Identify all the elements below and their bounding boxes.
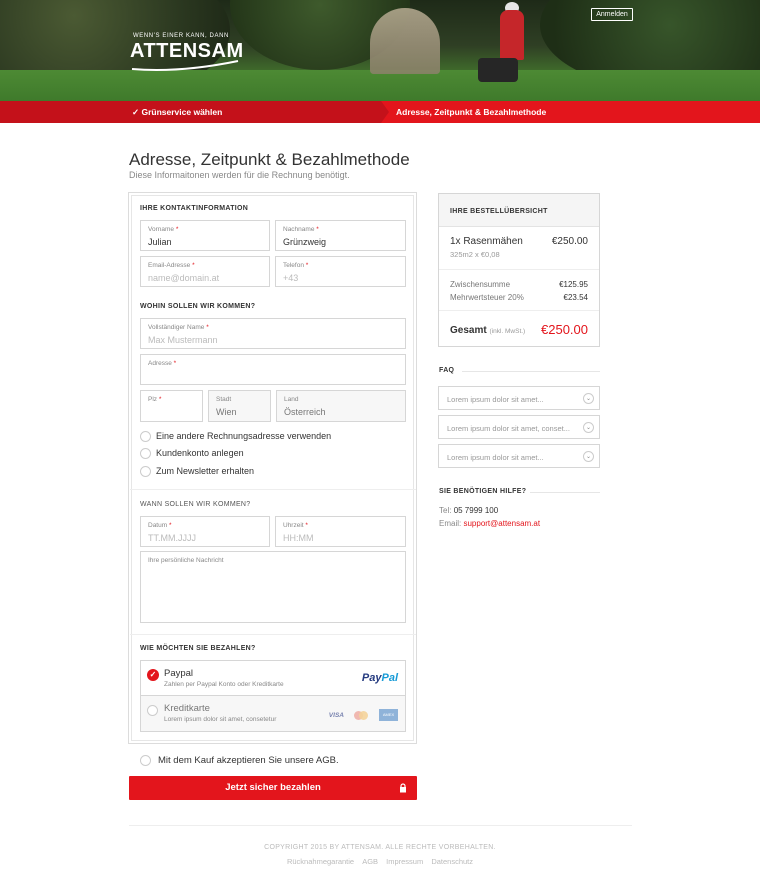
phone-placeholder: +43	[283, 273, 299, 283]
checkout-steps: ✓ Grünservice wählen Adresse, Zeitpunkt …	[0, 101, 760, 123]
summary-item: 1x Rasenmähen	[450, 236, 523, 247]
check-icon: ✓	[147, 669, 159, 681]
mastercard-icon	[354, 710, 369, 720]
summary-title: IHRE BESTELLÜBERSICHT	[450, 208, 548, 215]
zip-field[interactable]: Plz *	[140, 390, 203, 422]
logo-tagline: WENN'S EINER KANN, DANN	[133, 33, 229, 39]
order-summary: IHRE BESTELLÜBERSICHT 1x Rasenmähen €250…	[438, 193, 600, 347]
divider	[130, 489, 416, 490]
agb-label: Mit dem Kauf akzeptieren Sie unsere AGB.	[158, 755, 339, 766]
card-logos: VISA AMEX	[329, 709, 398, 721]
total-label: Gesamt (inkl. MwSt.)	[450, 325, 526, 336]
help-email: Email: support@attensam.at	[439, 519, 541, 528]
date-field[interactable]: Datum * TT.MM.JJJJ	[140, 516, 270, 547]
street-field[interactable]: Adresse *	[140, 354, 406, 385]
first-name-value: Julian	[148, 237, 172, 247]
create-account-radio[interactable]	[140, 448, 151, 459]
step-address: Adresse, Zeitpunkt & Bezahlmethode	[396, 107, 547, 117]
country-field[interactable]: Land Österreich	[276, 390, 406, 422]
hero-banner	[0, 0, 760, 101]
login-button[interactable]: Anmelden	[591, 8, 633, 21]
footer-link-agb[interactable]: AGB	[362, 857, 378, 866]
subtotal-label: Zwischensumme	[450, 280, 511, 289]
help-phone: Tel: 05 7999 100	[439, 506, 499, 515]
first-name-field[interactable]: Vorname * Julian	[140, 220, 270, 251]
tax-label: Mehrwertsteuer 20%	[450, 293, 524, 302]
faq-title: FAQ	[439, 367, 455, 374]
logo-swoosh-icon	[131, 60, 239, 71]
footer-link-privacy[interactable]: Datenschutz	[431, 857, 473, 866]
agb-radio[interactable]	[140, 755, 151, 766]
last-name-value: Grünzweig	[283, 237, 327, 247]
schedule-section-label: WANN SOLLEN WIR KOMMEN?	[140, 501, 251, 508]
amex-icon: AMEX	[379, 709, 398, 721]
visa-icon: VISA	[328, 711, 344, 719]
chevron-down-icon: ⌄	[583, 422, 594, 433]
footer-links: Rücknahmegarantie AGB Impressum Datensch…	[0, 857, 760, 866]
tax-value: €23.54	[563, 293, 588, 302]
email-placeholder: name@domain.at	[148, 273, 220, 283]
email-field[interactable]: Email-Adresse * name@domain.at	[140, 256, 270, 287]
contact-section-label: IHRE KONTAKTINFORMATION	[140, 205, 249, 212]
newsletter-radio[interactable]	[140, 466, 151, 477]
creditcard-radio[interactable]	[147, 705, 158, 716]
step-green-service[interactable]: ✓ Grünservice wählen	[132, 107, 222, 118]
full-name-placeholder: Max Mustermann	[148, 335, 218, 345]
city-value: Wien	[216, 407, 237, 417]
last-name-field[interactable]: Nachname * Grünzweig	[275, 220, 406, 251]
summary-item-price: €250.00	[551, 236, 588, 247]
chevron-down-icon: ⌄	[583, 451, 594, 462]
help-title: SIE BENÖTIGEN HILFE?	[439, 488, 527, 495]
date-placeholder: TT.MM.JJJJ	[148, 533, 196, 543]
paypal-title: Paypal	[164, 668, 194, 679]
time-placeholder: HH:MM	[283, 533, 314, 543]
creditcard-title: Kreditkarte	[164, 703, 210, 714]
phone-field[interactable]: Telefon * +43	[275, 256, 406, 287]
copyright: COPYRIGHT 2015 BY ATTENSAM. ALLE RECHTE …	[264, 844, 496, 851]
subtotal-value: €125.95	[559, 280, 588, 289]
footer-link-returns[interactable]: Rücknahmegarantie	[287, 857, 354, 866]
summary-item-detail: 325m2 x €0,08	[450, 250, 500, 259]
chevron-down-icon: ⌄	[583, 393, 594, 404]
paypal-logo-icon: PayPal	[361, 672, 398, 684]
time-field[interactable]: Uhrzeit * HH:MM	[275, 516, 406, 547]
support-email-link[interactable]: support@attensam.at	[463, 519, 540, 528]
faq-item[interactable]: Lorem ipsum dolor sit amet... ⌄	[438, 386, 600, 410]
city-field[interactable]: Stadt Wien	[208, 390, 271, 422]
faq-item[interactable]: Lorem ipsum dolor sit amet, conset... ⌄	[438, 415, 600, 439]
payment-option-creditcard[interactable]: Kreditkarte Lorem ipsum dolor sit amet, …	[140, 696, 406, 732]
message-textarea[interactable]: Ihre persönliche Nachricht	[140, 551, 406, 623]
creditcard-desc: Lorem ipsum dolor sit amet, consetetur	[164, 716, 277, 723]
lock-icon	[400, 783, 406, 793]
payment-option-paypal[interactable]: ✓ Paypal Zahlen per Paypal Konto oder Kr…	[140, 660, 406, 696]
newsletter-label: Zum Newsletter erhalten	[156, 466, 255, 476]
address-section-label: WOHIN SOLLEN WIR KOMMEN?	[140, 303, 256, 310]
pay-button[interactable]: Jetzt sicher bezahlen	[129, 776, 417, 800]
faq-item[interactable]: Lorem ipsum dolor sit amet... ⌄	[438, 444, 600, 468]
billing-address-radio[interactable]	[140, 431, 151, 442]
page-title: Adresse, Zeitpunkt & Bezahlmethode	[129, 150, 410, 169]
billing-address-label: Eine andere Rechnungsadresse verwenden	[156, 431, 332, 441]
total-value: €250.00	[541, 322, 588, 337]
page-subtitle: Diese Informaitonen werden für die Rechn…	[129, 170, 350, 180]
create-account-label: Kundenkonto anlegen	[156, 448, 244, 458]
divider	[130, 634, 416, 635]
footer-link-imprint[interactable]: Impressum	[386, 857, 423, 866]
payment-section-label: WIE MÖCHTEN SIE BEZAHLEN?	[140, 645, 256, 652]
paypal-desc: Zahlen per Paypal Konto oder Kreditkarte	[164, 681, 284, 688]
country-value: Österreich	[284, 407, 326, 417]
full-name-field[interactable]: Vollständiger Name * Max Mustermann	[140, 318, 406, 349]
